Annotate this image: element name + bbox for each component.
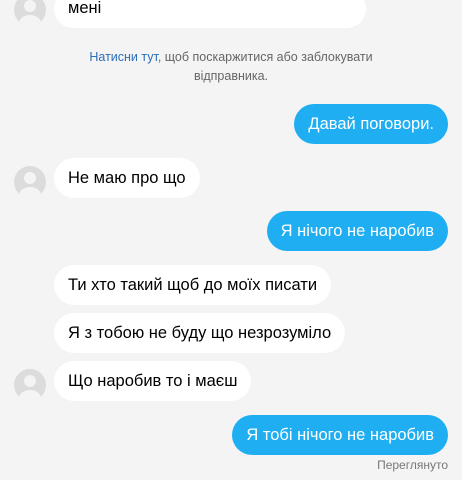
- incoming-message-bubble[interactable]: Я з тобою не буду що незрозуміло: [54, 313, 346, 353]
- report-block-notice: Натисни тут, щоб поскаржитися або заблок…: [0, 47, 462, 67]
- message-text: Я тобі нічого не наробив: [246, 426, 434, 444]
- message-text: Ти хто такий щоб до моїх писати: [68, 276, 318, 294]
- message-text: мені: [68, 0, 102, 17]
- incoming-message-bubble[interactable]: Не маю про що: [54, 158, 200, 198]
- seen-status: Переглянуто: [377, 458, 448, 472]
- message-text: Давай поговори.: [308, 115, 434, 133]
- contact-avatar-icon[interactable]: [14, 166, 46, 198]
- report-link[interactable]: Натисни тут: [89, 50, 157, 64]
- incoming-message-bubble[interactable]: мені: [54, 0, 366, 28]
- message-text: Не маю про що: [68, 169, 186, 187]
- outgoing-message-bubble[interactable]: Давай поговори.: [294, 104, 448, 144]
- contact-avatar-icon[interactable]: [14, 369, 46, 401]
- incoming-message-bubble[interactable]: Що наробив то і маєш: [54, 361, 252, 401]
- report-block-notice-line2: відправника.: [193, 69, 269, 83]
- message-text: Що наробив то і маєш: [68, 372, 238, 390]
- contact-avatar-icon[interactable]: [14, 0, 46, 26]
- notice-text: , щоб поскаржитися або заблокувати: [157, 50, 373, 64]
- message-text: Я нічого не наробив: [280, 222, 434, 240]
- outgoing-message-bubble[interactable]: Я тобі нічого не наробив: [232, 415, 448, 455]
- outgoing-message-bubble[interactable]: Я нічого не наробив: [266, 211, 448, 251]
- message-text: Я з тобою не буду що незрозуміло: [68, 324, 332, 342]
- incoming-message-bubble[interactable]: Ти хто такий щоб до моїх писати: [54, 265, 332, 305]
